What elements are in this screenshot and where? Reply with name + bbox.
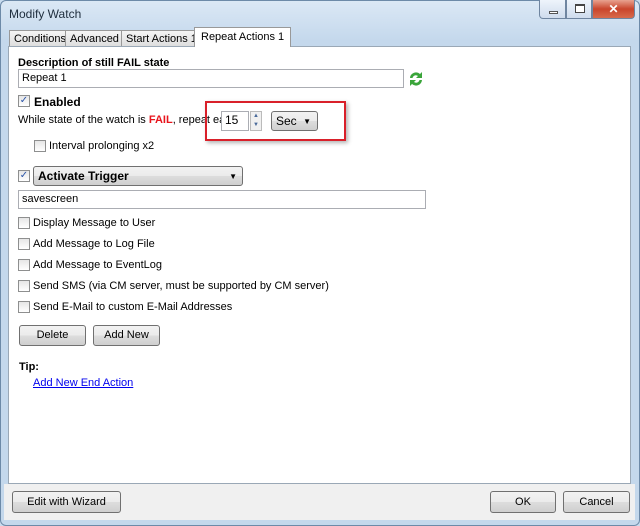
interval-input[interactable]: 15 <box>221 111 249 131</box>
action-param-input[interactable]: savescreen <box>18 190 426 209</box>
option-checkbox[interactable] <box>18 217 30 229</box>
cancel-button[interactable]: Cancel <box>563 491 630 513</box>
spin-down-icon[interactable]: ▼ <box>251 121 261 130</box>
tab-advanced[interactable]: Advanced <box>65 30 124 47</box>
action-type-dropdown[interactable]: Activate Trigger ▼ <box>33 166 243 186</box>
delete-button[interactable]: Delete <box>19 325 86 346</box>
interval-spinner[interactable]: ▲ ▼ <box>250 111 262 131</box>
spin-up-icon[interactable]: ▲ <box>251 112 261 121</box>
interval-unit-dropdown[interactable]: Sec ▼ <box>271 111 318 131</box>
chevron-down-icon: ▼ <box>229 172 237 181</box>
refresh-icon[interactable] <box>407 70 425 88</box>
tab-repeat-actions[interactable]: Repeat Actions 1 <box>194 27 292 47</box>
option-label: Send E-Mail to custom E-Mail Addresses <box>33 301 233 313</box>
tip-label: Tip: <box>19 361 39 373</box>
enabled-label: Enabled <box>34 95 81 109</box>
description-label: Description of still FAIL state <box>18 57 170 69</box>
option-checkbox[interactable] <box>18 238 30 250</box>
option-label: Add Message to EventLog <box>33 259 163 271</box>
close-icon: ✕ <box>608 2 619 16</box>
tab-conditions[interactable]: Conditions <box>9 30 71 47</box>
enabled-checkbox[interactable]: ✓ <box>18 95 30 107</box>
option-checkbox[interactable] <box>18 259 30 271</box>
minimize-button[interactable] <box>539 0 566 19</box>
option-checkbox[interactable] <box>18 301 30 313</box>
maximize-button[interactable] <box>566 0 592 19</box>
add-new-button[interactable]: Add New <box>93 325 160 346</box>
option-label: Send SMS (via CM server, must be support… <box>33 280 329 292</box>
fail-state: FAIL <box>148 114 173 126</box>
interval-prolonging-checkbox[interactable] <box>34 140 46 152</box>
interval-prolonging-label: Interval prolonging x2 <box>49 140 155 152</box>
tab-start-actions[interactable]: Start Actions 1 <box>121 30 202 47</box>
ok-button[interactable]: OK <box>490 491 556 513</box>
add-new-end-action-link[interactable]: Add New End Action <box>33 377 133 389</box>
window-title: Modify Watch <box>9 7 82 21</box>
action-type-value: Activate Trigger <box>38 169 129 183</box>
edit-with-wizard-button[interactable]: Edit with Wizard <box>12 491 121 513</box>
repeat-prefix: While state of the watch is <box>18 114 149 126</box>
description-input[interactable]: Repeat 1 <box>18 69 404 88</box>
action-enabled-checkbox[interactable]: ✓ <box>18 170 30 182</box>
option-checkbox[interactable] <box>18 280 30 292</box>
option-label: Add Message to Log File <box>33 238 155 250</box>
option-label: Display Message to User <box>33 217 156 229</box>
close-button[interactable]: ✕ <box>592 0 635 19</box>
interval-unit-value: Sec <box>276 114 297 128</box>
chevron-down-icon: ▼ <box>303 117 311 126</box>
